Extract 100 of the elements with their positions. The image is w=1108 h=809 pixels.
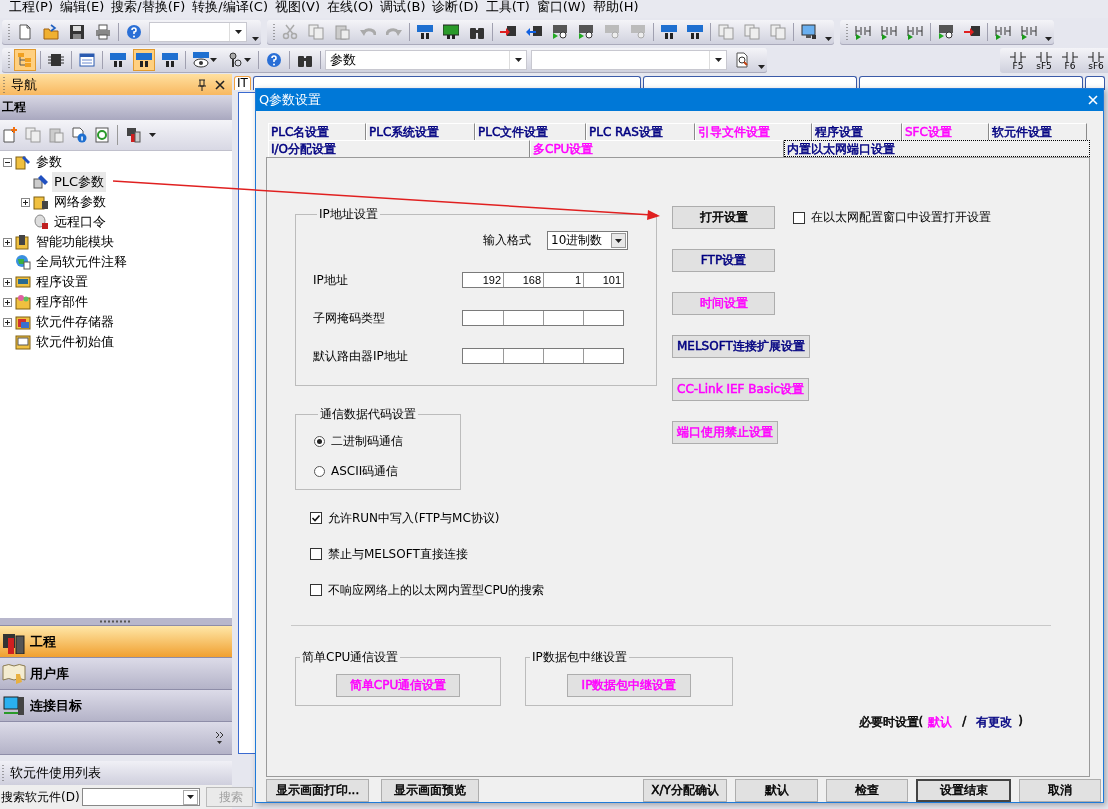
ladder-key[interactable]: sF6 — [1088, 49, 1104, 71]
ladder-icon — [995, 24, 1011, 40]
combo-box[interactable]: 参数 — [325, 50, 527, 70]
radio-button[interactable] — [314, 465, 325, 477]
overflow-icon — [824, 35, 833, 43]
paste-icon — [334, 24, 350, 40]
close-icon[interactable] — [214, 78, 226, 91]
checkbox-label: 禁止与MELSOFT直接连接 — [328, 545, 468, 563]
menu-item[interactable]: 视图(V) — [271, 0, 324, 13]
ladder-icon — [881, 24, 897, 40]
settings-button[interactable]: FTP设置 — [672, 249, 775, 272]
menu-item[interactable]: 窗口(W) — [533, 0, 590, 13]
info-icon[interactable] — [71, 127, 87, 143]
caret-icon — [513, 56, 523, 64]
overflow-icon — [1044, 35, 1053, 43]
settings-tab[interactable]: PLC名设置 — [268, 123, 366, 140]
tree-item[interactable]: 智能功能模块 — [34, 232, 116, 252]
caret-icon — [242, 56, 252, 64]
navigation-button[interactable]: 工程 — [0, 625, 232, 657]
expand-toggle[interactable] — [3, 297, 12, 307]
copy-icon — [308, 24, 324, 40]
checkbox[interactable] — [310, 512, 322, 524]
ladder-key[interactable]: sF5 — [1036, 49, 1052, 71]
dialog-button[interactable]: 取消 — [1019, 778, 1101, 802]
dialog-button[interactable]: X/Y分配确认 — [643, 778, 727, 802]
expand-toggle[interactable] — [3, 237, 12, 247]
note-text: 必要时设置( — [858, 714, 924, 731]
document-tab[interactable]: IT — [234, 76, 251, 90]
checkbox[interactable] — [793, 211, 805, 224]
checkbox[interactable] — [310, 548, 322, 560]
copy-icon — [718, 24, 734, 40]
refresh-icon[interactable] — [94, 127, 110, 143]
collapse-toggle[interactable] — [3, 157, 12, 167]
menu-item[interactable]: 在线(O) — [324, 0, 378, 13]
splitter-grip-icon[interactable] — [99, 620, 133, 623]
device-search-icon — [661, 24, 677, 40]
overflow-icon[interactable] — [215, 731, 224, 745]
dialog-button[interactable]: 显示画面预览 — [381, 778, 479, 802]
tree-item[interactable]: 软元件初始值 — [34, 332, 116, 352]
book-icon — [2, 661, 26, 686]
dialog-button[interactable]: 默认 — [735, 778, 818, 802]
dialog-button[interactable]: 检查 — [826, 778, 908, 802]
overflow-icon — [757, 63, 766, 71]
expand-toggle[interactable] — [3, 277, 12, 287]
navigation-button[interactable]: 用户库 — [0, 657, 232, 689]
settings-tab[interactable]: PLC系统设置 — [366, 123, 475, 140]
navigation-button[interactable]: 连接目标 — [0, 689, 232, 721]
expand-toggle[interactable] — [3, 317, 12, 327]
menu-item[interactable]: 搜索/替换(F) — [108, 0, 190, 13]
menu-item[interactable]: 帮助(H) — [589, 0, 643, 13]
settings-tab[interactable]: PLC文件设置 — [475, 123, 586, 140]
expand-toggle[interactable] — [21, 197, 30, 207]
search-field[interactable] — [81, 788, 200, 806]
dialog-button[interactable]: 显示画面打印... — [266, 778, 369, 802]
open-folder-button[interactable] — [40, 21, 62, 43]
ladder-icon — [855, 24, 871, 40]
dialog-button[interactable]: 设置结束 — [916, 778, 1011, 802]
menu-item[interactable]: 转换/编译(C) — [189, 0, 272, 13]
tree-item[interactable]: 程序设置 — [34, 272, 90, 292]
pin-icon[interactable] — [196, 78, 208, 91]
ladder-key[interactable]: F6 — [1062, 49, 1078, 71]
eye-button[interactable] — [190, 49, 220, 71]
tree-item[interactable]: 网络参数 — [52, 192, 108, 212]
open-folder-icon — [43, 24, 59, 40]
memory-icon — [15, 314, 31, 330]
tree-item[interactable]: 软元件存储器 — [34, 312, 116, 332]
checkbox[interactable] — [310, 584, 322, 596]
settings-button[interactable]: MELSOFT连接扩展设置 — [672, 335, 810, 358]
tree-item[interactable]: 参数 — [34, 152, 64, 172]
disabled-tool-icon — [630, 24, 646, 40]
tree-item[interactable]: 全局软元件注释 — [34, 252, 129, 272]
menu-item[interactable]: 工具(T) — [482, 0, 534, 13]
tree-item[interactable]: 远程口令 — [52, 212, 108, 232]
checkbox-label: 允许RUN中写入(FTP与MC协议) — [328, 509, 500, 527]
settings-button[interactable]: 打开设置 — [672, 206, 775, 229]
dialog-title: Q参数设置 — [259, 91, 322, 109]
help-icon — [266, 52, 282, 68]
menu-item[interactable]: 编辑(E) — [57, 0, 109, 13]
tree-item[interactable]: 程序部件 — [34, 292, 90, 312]
radio-label: 二进制码通信 — [331, 432, 403, 450]
menu-item[interactable]: 调试(B) — [377, 0, 430, 13]
settings-tab[interactable]: 内置以太网端口设置 — [784, 140, 1090, 157]
ladder-key[interactable]: F5 — [1010, 49, 1026, 71]
checkbox-label: 不响应网络上的以太网内置型CPU的搜索 — [328, 581, 545, 599]
radio-button[interactable] — [314, 435, 325, 447]
field-label: 子网掩码类型 — [313, 309, 386, 327]
format-select[interactable]: 10进制数 — [547, 231, 628, 250]
menu-item[interactable]: 诊断(D) — [429, 0, 483, 13]
settings-tab[interactable]: PLC RAS设置 — [586, 123, 695, 140]
device-table-button[interactable] — [133, 49, 155, 71]
verify-icon — [938, 24, 954, 40]
panel-title: 导航 — [11, 75, 37, 94]
menu-item[interactable]: 工程(P) — [6, 0, 57, 13]
settings-tab[interactable]: I/O分配设置 — [268, 140, 530, 157]
tool-icon[interactable] — [125, 127, 141, 143]
group-title: IP地址设置 — [318, 206, 379, 223]
tree-item[interactable]: PLC参数 — [52, 172, 107, 192]
legend-text: 有更改 — [976, 714, 1013, 731]
note-text: ) — [1018, 714, 1023, 730]
new-file-icon[interactable] — [2, 127, 18, 143]
